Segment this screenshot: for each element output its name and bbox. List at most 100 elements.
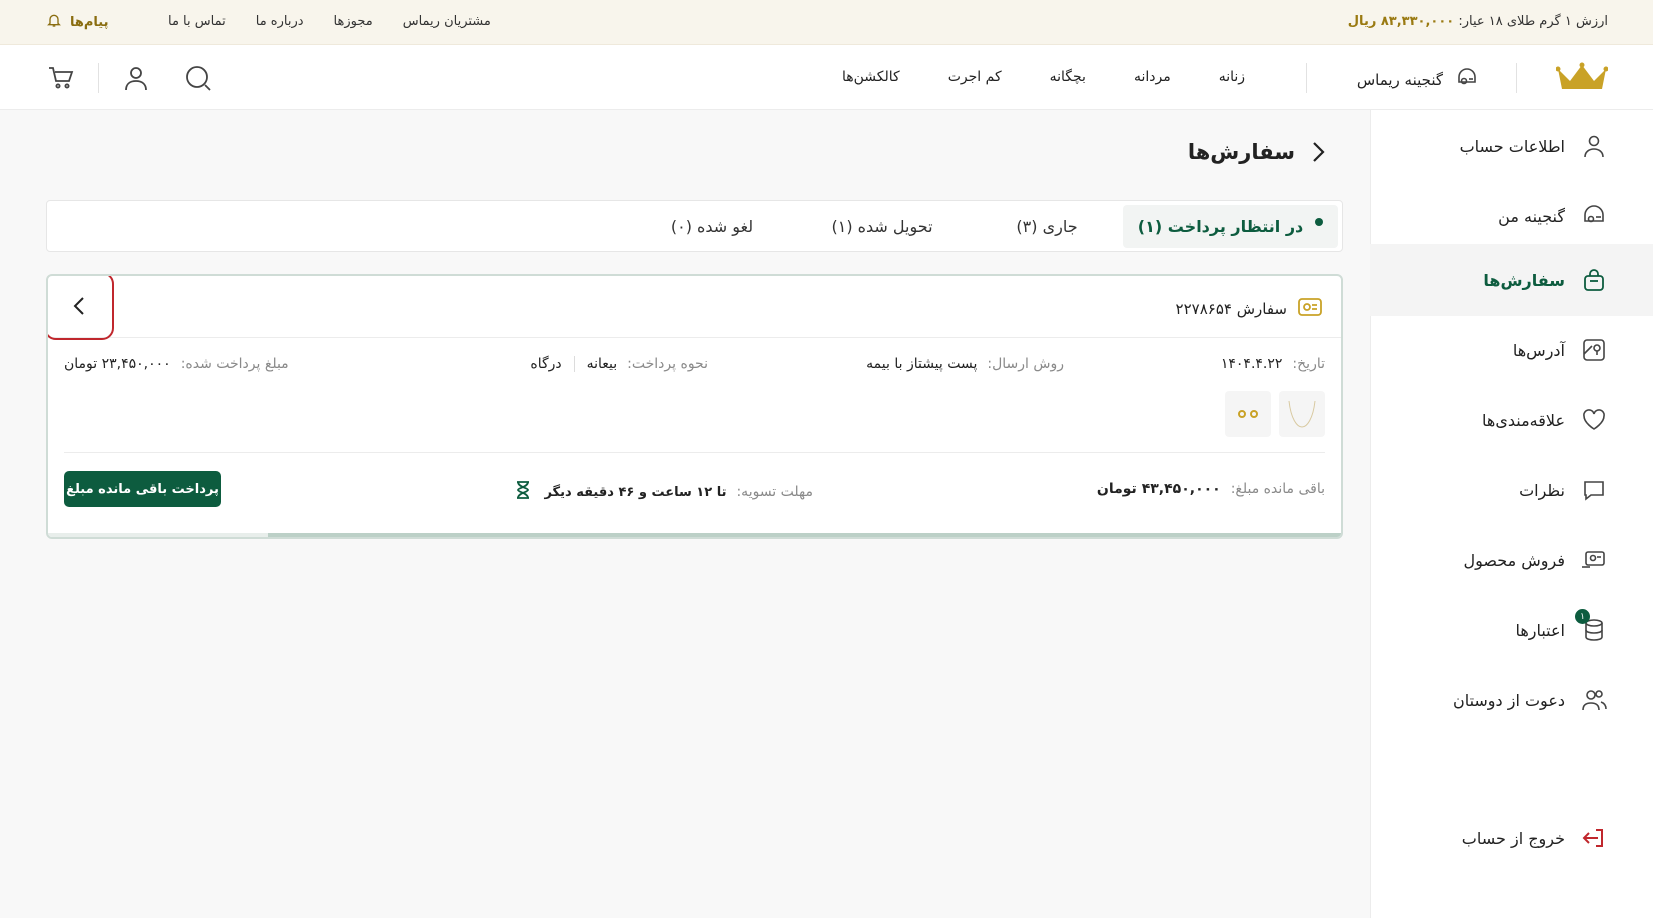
tab-current[interactable]: جاری (۳)	[982, 205, 1112, 248]
sidebar-item-invite-friends[interactable]: دعوت از دوستان	[1370, 664, 1653, 736]
main-header: گنجینه ریماس زنانه مردانه بچگانه کم اجرت…	[0, 45, 1653, 110]
pay-remaining-button[interactable]: پرداخت باقی مانده مبلغ	[64, 471, 221, 507]
users-icon	[1581, 687, 1607, 713]
search-icon[interactable]	[183, 63, 213, 93]
back-button[interactable]	[1311, 141, 1325, 163]
nav-low-wage[interactable]: کم اجرت	[948, 69, 1002, 85]
treasure-label: گنجینه ریماس	[1356, 71, 1443, 89]
heart-icon	[1581, 407, 1607, 433]
top-link-licenses[interactable]: مجوزها	[334, 14, 373, 29]
order-date: تاریخ: ۱۴۰۴.۴.۲۲	[1221, 356, 1325, 372]
order-status-tabs: در انتظار پرداخت (۱) جاری (۳) تحویل شده …	[46, 200, 1343, 252]
sidebar-item-addresses[interactable]: آدرس‌ها	[1370, 314, 1653, 386]
page-header: سفارش‌ها	[1188, 140, 1325, 164]
treasure-icon	[1455, 67, 1479, 93]
tab-canceled[interactable]: لغو شده (۰)	[637, 205, 787, 248]
order-number: سفارش ۲۲۷۸۶۵۴	[1175, 300, 1287, 318]
product-thumbnail[interactable]	[1279, 391, 1325, 437]
deadline-label: مهلت تسویه:	[736, 484, 813, 500]
date-label: تاریخ:	[1292, 356, 1325, 372]
paid-value: ۲۳,۴۵۰,۰۰۰ تومان	[64, 356, 171, 372]
sidebar-item-label: گنجینه من	[1498, 206, 1565, 226]
credits-badge: ۱	[1575, 609, 1590, 624]
tab-label: لغو شده (۰)	[670, 217, 754, 236]
sidebar-item-sell-product[interactable]: فروش محصول	[1370, 524, 1653, 596]
tab-label: تحویل شده (۱)	[831, 217, 933, 236]
sidebar-item-comments[interactable]: نظرات	[1370, 454, 1653, 526]
payment-label: نحوه پرداخت:	[627, 356, 708, 372]
bell-icon	[46, 12, 62, 32]
header-actions	[46, 63, 213, 93]
sell-icon	[1581, 547, 1607, 573]
nav-kids[interactable]: بچگانه	[1050, 69, 1086, 85]
top-link-customers[interactable]: مشتریان ریماس	[403, 14, 491, 29]
sidebar-item-label: اعتبارها	[1515, 620, 1565, 640]
treasure-link[interactable]: گنجینه ریماس	[1357, 67, 1479, 93]
tab-pending-payment[interactable]: در انتظار پرداخت (۱)	[1123, 205, 1338, 248]
sidebar-item-account-info[interactable]: اطلاعات حساب	[1370, 110, 1653, 182]
logout-label: خروج از حساب	[1461, 828, 1565, 848]
payment-progress-bar	[48, 533, 1341, 537]
messages-label: پیام‌ها	[70, 14, 109, 30]
sidebar-item-favorites[interactable]: علاقه‌مندی‌ها	[1370, 384, 1653, 456]
settlement-deadline: مهلت تسویه: تا ۱۲ ساعت و ۴۶ دقیقه دیگر	[516, 481, 813, 503]
main-content: سفارش‌ها در انتظار پرداخت (۱) جاری (۳) ت…	[0, 110, 1370, 918]
paid-label: مبلغ پرداخت شده:	[180, 356, 289, 372]
map-icon	[1581, 337, 1607, 363]
order-icon	[1297, 296, 1323, 322]
product-thumbnail[interactable]	[1225, 391, 1271, 437]
sidebar-item-label: سفارش‌ها	[1483, 270, 1565, 290]
top-links: مشتریان ریماس مجوزها درباره ما تماس با م…	[168, 14, 491, 29]
nav-men[interactable]: مردانه	[1134, 69, 1171, 85]
top-bar: ارزش ۱ گرم طلای ۱۸ عیار: ۸۳,۳۳۰,۰۰۰ ریال…	[0, 0, 1653, 45]
top-link-contact[interactable]: تماس با ما	[168, 14, 226, 29]
tab-label: جاری (۳)	[1016, 217, 1078, 236]
sidebar-item-orders[interactable]: سفارش‌ها	[1370, 244, 1653, 316]
divider	[573, 356, 575, 372]
cart-icon[interactable]	[46, 63, 76, 93]
shipping-label: روش ارسال:	[987, 356, 1064, 372]
divider	[64, 452, 1325, 453]
sidebar-item-my-treasure[interactable]: گنجینه من	[1370, 180, 1653, 252]
user-icon[interactable]	[121, 63, 151, 93]
sidebar-item-label: فروش محصول	[1463, 550, 1565, 570]
order-payment-method: نحوه پرداخت: بیعانه درگاه	[530, 356, 708, 372]
active-dot-icon	[1315, 217, 1324, 226]
header-divider	[1306, 63, 1307, 93]
sidebar-item-label: آدرس‌ها	[1512, 340, 1565, 360]
date-value: ۱۴۰۴.۴.۲۲	[1220, 356, 1283, 372]
sidebar-item-label: علاقه‌مندی‌ها	[1482, 410, 1565, 430]
remaining-value: ۴۳,۴۵۰,۰۰۰ تومان	[1096, 481, 1221, 497]
nav-collections[interactable]: کالکشن‌ها	[842, 69, 900, 85]
user-icon	[1581, 133, 1607, 159]
main-nav: زنانه مردانه بچگانه کم اجرت کالکشن‌ها	[842, 69, 1245, 85]
crown-logo-icon[interactable]	[1555, 61, 1609, 95]
sidebar-item-logout[interactable]: خروج از حساب	[1370, 802, 1653, 874]
gold-price-value: ۸۳,۳۳۰,۰۰۰ ریال	[1347, 14, 1455, 29]
order-title: سفارش ۲۲۷۸۶۵۴	[1176, 296, 1323, 322]
remaining-amount: باقی مانده مبلغ: ۴۳,۴۵۰,۰۰۰ تومان	[1097, 481, 1325, 497]
order-card-header: سفارش ۲۲۷۸۶۵۴	[48, 276, 1341, 338]
logout-icon	[1581, 825, 1607, 851]
header-divider	[1516, 63, 1517, 93]
sidebar-item-label: اطلاعات حساب	[1459, 136, 1565, 156]
gold-price-info: ارزش ۱ گرم طلای ۱۸ عیار: ۸۳,۳۳۰,۰۰۰ ریال	[1348, 14, 1608, 29]
bag-icon	[1581, 267, 1607, 293]
top-link-about[interactable]: درباره ما	[256, 14, 304, 29]
order-details-button[interactable]	[48, 276, 114, 340]
coins-icon: ۱	[1575, 609, 1607, 643]
payment-type: بیعانه	[586, 356, 618, 372]
sidebar-item-credits[interactable]: ۱ اعتبارها	[1370, 594, 1653, 666]
deadline-value: تا ۱۲ ساعت و ۴۶ دقیقه دیگر	[544, 484, 727, 500]
payment-gateway: درگاه	[530, 356, 562, 372]
gold-price-label: ارزش ۱ گرم طلای ۱۸ عیار:	[1458, 14, 1608, 29]
sidebar-item-label: دعوت از دوستان	[1452, 690, 1565, 710]
remaining-label: باقی مانده مبلغ:	[1230, 481, 1325, 497]
messages-link[interactable]: پیام‌ها	[46, 12, 109, 32]
order-card: سفارش ۲۲۷۸۶۵۴ تاریخ: ۱۴۰۴.۴.۲۲ روش ارسال:…	[46, 274, 1343, 539]
tab-delivered[interactable]: تحویل شده (۱)	[797, 205, 967, 248]
tab-label: در انتظار پرداخت (۱)	[1137, 217, 1304, 236]
account-sidebar: اطلاعات حساب گنجینه من سفارش‌ها آدرس‌ها …	[1370, 110, 1653, 918]
hourglass-icon	[516, 481, 530, 503]
nav-women[interactable]: زنانه	[1219, 69, 1245, 85]
